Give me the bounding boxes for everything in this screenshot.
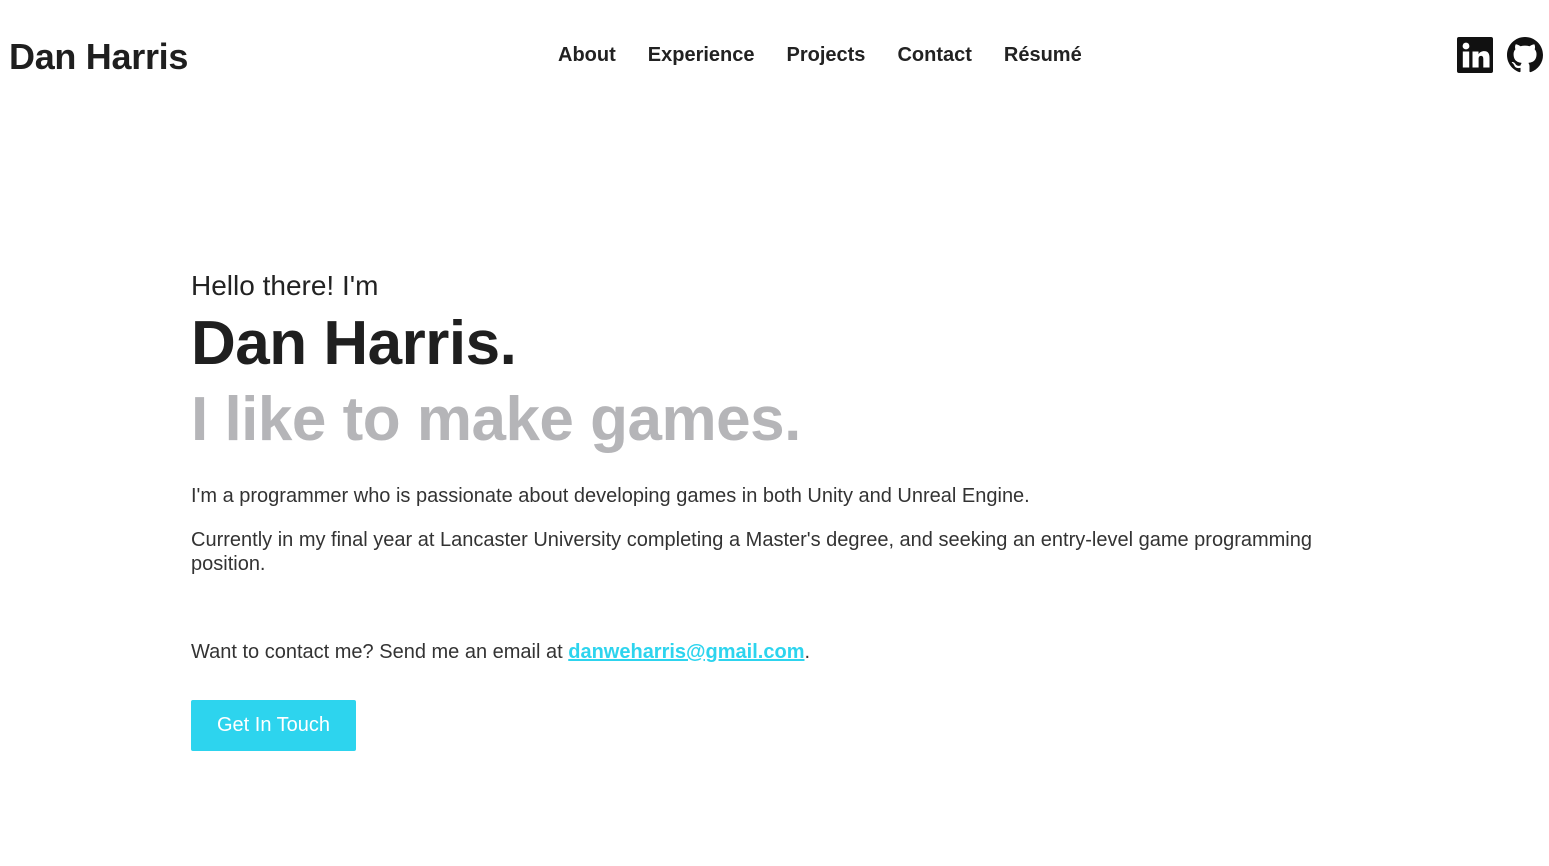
nav-experience[interactable]: Experience — [648, 44, 755, 67]
social-links — [1457, 36, 1543, 74]
contact-suffix: . — [804, 641, 811, 663]
nav-contact[interactable]: Contact — [897, 44, 971, 67]
hero-tagline: I like to make games. — [191, 385, 801, 454]
hero-name: Dan Harris. — [191, 309, 517, 378]
contact-line: Want to contact me? Send me an email at … — [191, 640, 1371, 664]
get-in-touch-button[interactable]: Get In Touch — [191, 700, 356, 751]
email-link[interactable]: danweharris@gmail.com — [568, 641, 804, 663]
hero-section: Hello there! I'm Dan Harris. I like to m… — [191, 268, 1371, 751]
contact-prefix: Want to contact me? Send me an email at — [191, 641, 569, 663]
nav-projects[interactable]: Projects — [787, 44, 866, 67]
site-title[interactable]: Dan Harris — [9, 36, 188, 78]
intro-paragraph: I'm a programmer who is passionate about… — [191, 485, 1030, 507]
nav-resume[interactable]: Résumé — [1004, 44, 1082, 67]
site-header: Dan Harris About Experience Projects Con… — [0, 0, 1549, 112]
linkedin-icon[interactable] — [1457, 36, 1493, 74]
github-icon[interactable] — [1507, 36, 1543, 74]
status-paragraph: Currently in my final year at Lancaster … — [191, 529, 1312, 575]
nav-about[interactable]: About — [558, 44, 616, 67]
hero-greeting: Hello there! I'm — [191, 270, 379, 301]
main-nav: About Experience Projects Contact Résumé — [558, 44, 1082, 67]
